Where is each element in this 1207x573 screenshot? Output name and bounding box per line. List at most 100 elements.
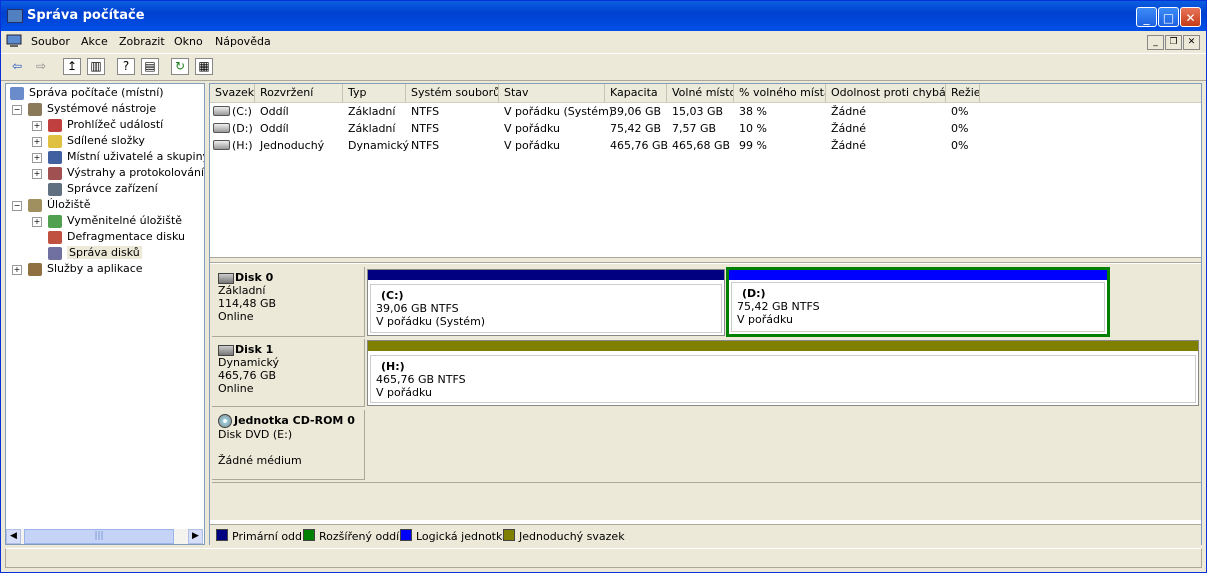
legend-extended: Rozšířený oddíl [303,529,402,543]
mdi-minimize-button[interactable]: _ [1147,35,1164,50]
pane-splitter[interactable] [210,257,1201,263]
volume-cell: 38 % [739,105,767,118]
legend-label: Rozšířený oddíl [319,530,403,543]
column-header[interactable]: Rozvržení [255,84,343,102]
volume-row[interactable]: (D:) Oddíl Základní NTFS V pořádku 75,42 GB 7,… [210,120,1201,137]
cdrom-0-label[interactable]: Jednotka CD-ROM 0 Disk DVD (E:) Žádné mé… [212,410,365,480]
scroll-left-icon[interactable]: ◀ [6,529,21,544]
users-icon [48,151,62,164]
status-bar [5,548,1202,568]
tree-horizontal-scrollbar[interactable]: ◀ ||| ▶ [6,529,203,544]
tree-item-label: Prohlížeč událostí [67,118,164,131]
mdi-close-button[interactable]: ✕ [1183,35,1200,50]
legend-label: Jednoduchý svazek [519,530,625,543]
volume-cell: NTFS [411,139,440,152]
expand-icon[interactable]: + [32,137,42,147]
close-button[interactable]: ✕ [1180,7,1201,27]
show-hide-tree-icon[interactable]: ▥ [87,58,105,75]
title-bar[interactable]: Správa počítače _ □ ✕ [1,1,1206,31]
partition-c-status: V pořádku (Systém) [376,315,486,328]
menu-zobrazit[interactable]: Zobrazit [119,35,165,48]
column-header[interactable]: Odolnost proti chybám [826,84,946,102]
column-header[interactable]: Svazek [210,84,255,102]
legend-swatch [503,529,515,541]
legend: Primární oddíl Rozšířený oddíl Logická j… [210,524,1201,545]
menu-akce[interactable]: Akce [81,35,108,48]
menu-napoveda[interactable]: Nápověda [215,35,271,48]
alerts-icon [48,167,62,180]
event-viewer-icon [48,119,62,132]
column-header[interactable]: Systém souborů [406,84,499,102]
expand-icon[interactable]: + [32,121,42,131]
scroll-thumb[interactable]: ||| [24,529,174,544]
disk-0-label[interactable]: Disk 0 Základní 114,48 GB Online [212,267,365,337]
menu-okno[interactable]: Okno [174,35,203,48]
volume-cell: Základní [348,105,396,118]
volume-row[interactable]: (C:) Oddíl Základní NTFS V pořádku (Systém) 3… [210,103,1201,120]
tree-item-label: Defragmentace disku [67,230,185,243]
legend-primary: Primární oddíl [216,529,308,543]
volume-row[interactable]: (H:) Jednoduchý Dynamický NTFS V pořádku 465,… [210,137,1201,154]
back-arrow-icon[interactable]: ⇦ [7,57,27,75]
computer-management-window: Správa počítače _ □ ✕ Soubor Akce Zobraz… [0,0,1207,573]
tree-item-label: Vyměnitelné úložiště [67,214,183,227]
collapse-icon[interactable]: − [12,105,22,115]
expand-icon[interactable]: + [32,153,42,163]
details-pane: Svazek Rozvržení Typ Systém souborů Stav Kapa… [209,83,1202,545]
volume-cell: 10 % [739,122,767,135]
device-manager-icon [48,183,62,196]
show-hide-action-pane-icon[interactable]: ▤ [141,58,159,75]
volume-cell: Žádné [831,122,866,135]
disk-1-name: Disk 1 [235,343,274,356]
volume-cell: 0% [951,122,969,135]
volume-cell: Oddíl [260,122,289,135]
legend-simple: Jednoduchý svazek [503,529,625,543]
cd-rom-icon [218,414,232,428]
expand-icon[interactable]: + [32,217,42,227]
column-header[interactable]: Volné místo [667,84,734,102]
volume-cell: Jednoduchý [260,139,325,152]
disk-1-label[interactable]: Disk 1 Dynamický 465,76 GB Online [212,339,365,407]
console-icon[interactable] [6,34,22,48]
shared-folder-icon [48,135,62,148]
volume-cell: 15,03 GB [672,105,724,118]
partition-c-size: 39,06 GB NTFS [376,302,459,315]
tools-icon [28,103,42,116]
partition-d-name: (D:) [742,287,766,300]
volume-cell: V pořádku [504,122,560,135]
disk-0-type: Základní [218,284,266,297]
partition-h-name: (H:) [381,360,405,373]
help-icon[interactable]: ? [117,58,135,75]
column-header[interactable]: % volného místa [734,84,826,102]
disk-0-name: Disk 0 [235,271,274,284]
partition-c[interactable]: (C:) 39,06 GB NTFS V pořádku (Systém) [367,269,725,336]
properties-icon[interactable]: ▦ [195,58,213,75]
scroll-right-icon[interactable]: ▶ [188,529,203,544]
refresh-icon[interactable]: ↻ [171,58,189,75]
maximize-button[interactable]: □ [1158,7,1179,27]
column-header[interactable]: Stav [499,84,605,102]
partition-d[interactable]: (D:) 75,42 GB NTFS V pořádku [726,267,1110,337]
volume-cell: (C:) [232,105,252,118]
up-level-icon[interactable]: ↥ [63,58,81,75]
disk-1-size: 465,76 GB [218,369,277,382]
tree-item-label: Sdílené složky [67,134,145,147]
volume-cell: 465,76 GB [610,139,669,152]
minimize-button[interactable]: _ [1136,7,1157,27]
expand-icon[interactable]: + [12,265,22,275]
forward-arrow-icon[interactable]: ⇨ [31,57,51,75]
partition-h[interactable]: (H:) 465,76 GB NTFS V pořádku [367,340,1199,406]
collapse-icon[interactable]: − [12,201,22,211]
volume-cell: NTFS [411,122,440,135]
legend-label: Logická jednotka [416,530,509,543]
tree-item-label: Správa disků [67,246,142,259]
mdi-restore-button[interactable]: ❐ [1165,35,1182,50]
menu-soubor[interactable]: Soubor [31,35,70,48]
volume-cell: V pořádku [504,139,560,152]
expand-icon[interactable]: + [32,169,42,179]
column-header[interactable]: Režie [946,84,980,102]
computer-management-icon [7,9,23,23]
column-header[interactable]: Kapacita [605,84,667,102]
column-header[interactable]: Typ [343,84,406,102]
volume-cell: Oddíl [260,105,289,118]
